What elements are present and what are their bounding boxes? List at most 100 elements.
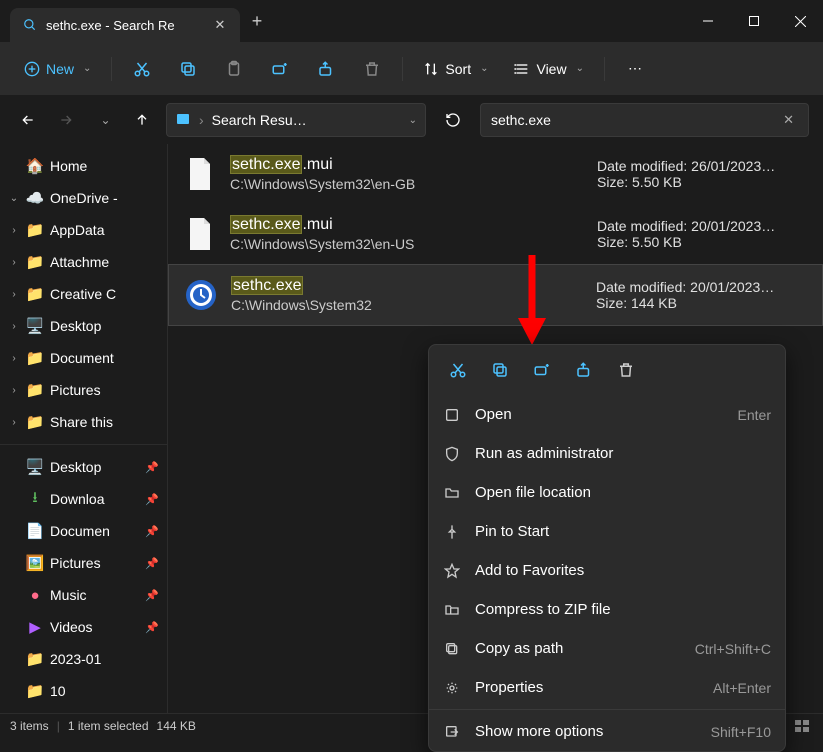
new-button-label: New	[46, 61, 74, 77]
ctx-copy-icon[interactable]	[481, 353, 519, 387]
forward-button[interactable]	[52, 104, 80, 136]
sidebar-quick-videos[interactable]: ▶Videos📌	[0, 611, 167, 643]
sort-label: Sort	[445, 61, 471, 77]
result-name: sethc.exe	[231, 277, 582, 295]
copy-icon[interactable]	[168, 49, 208, 89]
result-meta: Date modified: 20/01/2023… Size: 144 KB	[596, 279, 806, 311]
new-button[interactable]: New ⌄	[14, 55, 101, 83]
back-button[interactable]	[14, 104, 42, 136]
toolbar: New ⌄ Sort ⌄ View ⌄ ⋯	[0, 42, 823, 96]
chevron-down-icon: ⌄	[83, 63, 91, 74]
ctx-rename-icon[interactable]	[523, 353, 561, 387]
search-result-row[interactable]: sethc.exe.mui C:\Windows\System32\en-US …	[168, 204, 823, 264]
sidebar-quick-2023-01[interactable]: 📁2023-01	[0, 643, 167, 675]
search-results-icon	[175, 111, 191, 130]
sidebar-quick-downloads[interactable]: ⭳Downloa📌	[0, 483, 167, 515]
search-result-row-selected[interactable]: sethc.exe C:\Windows\System32 Date modif…	[168, 264, 823, 326]
minimize-button[interactable]	[685, 0, 731, 42]
status-selected: 1 item selected	[68, 719, 149, 733]
maximize-button[interactable]	[731, 0, 777, 42]
more-options-icon	[443, 724, 461, 740]
ctx-compress[interactable]: Compress to ZIP file	[429, 590, 785, 629]
ctx-properties[interactable]: Properties Alt+Enter	[429, 668, 785, 707]
sidebar-quick-music[interactable]: ●Music📌	[0, 579, 167, 611]
sidebar-item-appdata[interactable]: ›📁AppData	[0, 214, 167, 246]
sidebar: 🏠Home ⌄☁️OneDrive - ›📁AppData ›📁Attachme…	[0, 144, 168, 713]
folder-icon	[443, 485, 461, 501]
search-box[interactable]: ✕	[480, 103, 809, 137]
sidebar-quick-desktop[interactable]: 🖥️Desktop📌	[0, 451, 167, 483]
pin-icon: 📌	[145, 621, 159, 634]
result-name: sethc.exe.mui	[230, 156, 583, 174]
view-grid-toggle[interactable]	[791, 717, 813, 735]
view-button[interactable]: View ⌄	[504, 55, 593, 83]
status-count: 3 items	[10, 719, 49, 733]
result-name: sethc.exe.mui	[230, 216, 583, 234]
paste-icon[interactable]	[214, 49, 254, 89]
recent-locations-button[interactable]: ⌄	[90, 104, 118, 136]
search-result-row[interactable]: sethc.exe.mui C:\Windows\System32\en-GB …	[168, 144, 823, 204]
up-button[interactable]	[128, 104, 156, 136]
chevron-down-icon: ⌄	[480, 63, 488, 74]
new-tab-button[interactable]: +	[240, 11, 274, 32]
star-icon	[443, 563, 461, 579]
sidebar-item-home[interactable]: 🏠Home	[0, 150, 167, 182]
chevron-down-icon[interactable]: ⌄	[409, 115, 417, 126]
context-menu: Open Enter Run as administrator Open fil…	[428, 344, 786, 752]
address-bar: ⌄ › Search Resu… ⌄ ✕	[0, 96, 823, 144]
clear-search-icon[interactable]: ✕	[779, 108, 798, 132]
chevron-right-icon: ›	[199, 112, 204, 128]
close-window-button[interactable]	[777, 0, 823, 42]
rename-icon[interactable]	[260, 49, 300, 89]
file-icon	[184, 154, 216, 194]
sort-button[interactable]: Sort ⌄	[413, 55, 498, 83]
sidebar-quick-documents[interactable]: 📄Documen📌	[0, 515, 167, 547]
refresh-button[interactable]	[436, 103, 470, 137]
ctx-open[interactable]: Open Enter	[429, 395, 785, 434]
share-icon[interactable]	[306, 49, 346, 89]
status-size: 144 KB	[157, 719, 196, 733]
zip-icon	[443, 602, 461, 618]
sidebar-quick-10[interactable]: 📁10	[0, 675, 167, 707]
window-tab[interactable]: sethc.exe - Search Re ✕	[10, 8, 240, 42]
breadcrumb[interactable]: Search Resu…	[212, 112, 398, 128]
sidebar-item-onedrive[interactable]: ⌄☁️OneDrive -	[0, 182, 167, 214]
result-path: C:\Windows\System32	[231, 297, 582, 313]
ctx-share-icon[interactable]	[565, 353, 603, 387]
search-icon	[22, 17, 38, 33]
window-controls	[685, 0, 823, 42]
ctx-run-admin[interactable]: Run as administrator	[429, 434, 785, 473]
view-label: View	[536, 61, 566, 77]
sidebar-item-attachments[interactable]: ›📁Attachme	[0, 246, 167, 278]
sidebar-item-pictures[interactable]: ›📁Pictures	[0, 374, 167, 406]
cut-icon[interactable]	[122, 49, 162, 89]
ctx-pin-start[interactable]: Pin to Start	[429, 512, 785, 551]
ctx-add-favorites[interactable]: Add to Favorites	[429, 551, 785, 590]
more-icon[interactable]: ⋯	[615, 49, 655, 89]
pin-icon: 📌	[145, 557, 159, 570]
search-input[interactable]	[491, 112, 779, 128]
copy-path-icon	[443, 641, 461, 657]
address-box[interactable]: › Search Resu… ⌄	[166, 103, 426, 137]
result-meta: Date modified: 20/01/2023… Size: 5.50 KB	[597, 218, 807, 250]
ctx-cut-icon[interactable]	[439, 353, 477, 387]
pin-icon: 📌	[145, 525, 159, 538]
shield-icon	[443, 446, 461, 462]
result-path: C:\Windows\System32\en-GB	[230, 176, 583, 192]
pin-icon	[443, 524, 461, 540]
ctx-copy-path[interactable]: Copy as path Ctrl+Shift+C	[429, 629, 785, 668]
sidebar-quick-pictures[interactable]: 🖼️Pictures📌	[0, 547, 167, 579]
sidebar-item-creative[interactable]: ›📁Creative C	[0, 278, 167, 310]
ctx-more-options[interactable]: Show more options Shift+F10	[429, 712, 785, 751]
close-tab-icon[interactable]: ✕	[212, 17, 228, 33]
sidebar-item-share[interactable]: ›📁Share this	[0, 406, 167, 438]
chevron-down-icon: ⌄	[576, 63, 584, 74]
titlebar: sethc.exe - Search Re ✕ +	[0, 0, 823, 42]
delete-icon[interactable]	[352, 49, 392, 89]
file-icon	[184, 214, 216, 254]
tab-title: sethc.exe - Search Re	[46, 18, 212, 33]
ctx-delete-icon[interactable]	[607, 353, 645, 387]
sidebar-item-desktop[interactable]: ›🖥️Desktop	[0, 310, 167, 342]
ctx-open-location[interactable]: Open file location	[429, 473, 785, 512]
sidebar-item-documents[interactable]: ›📁Document	[0, 342, 167, 374]
